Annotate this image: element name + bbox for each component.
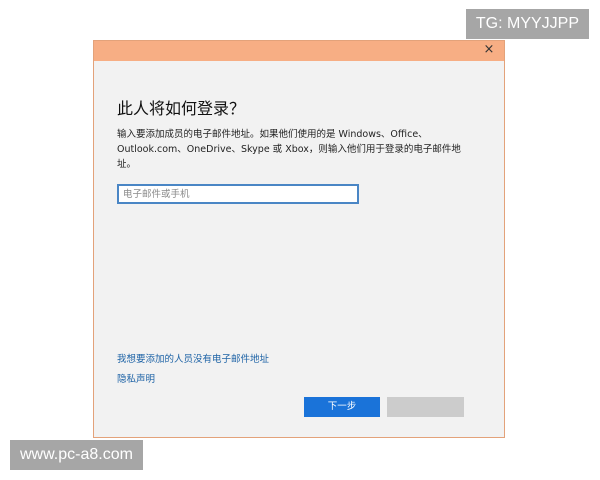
email-field[interactable]	[117, 184, 359, 204]
privacy-statement-link[interactable]: 隐私声明	[117, 371, 155, 385]
watermark-telegram: TG: MYYJJPP	[465, 9, 589, 39]
close-icon[interactable]: ×	[482, 43, 496, 57]
next-button[interactable]: 下一步	[304, 397, 380, 417]
dialog-heading: 此人将如何登录？	[117, 99, 246, 118]
no-email-link[interactable]: 我想要添加的人员没有电子邮件地址	[117, 351, 269, 365]
disabled-button	[387, 397, 464, 417]
add-user-dialog: × 此人将如何登录？ 输入要添加成员的电子邮件地址。如果他们使用的是 Windo…	[93, 40, 505, 438]
dialog-description: 输入要添加成员的电子邮件地址。如果他们使用的是 Windows、Office、O…	[117, 129, 461, 170]
watermark-website: www.pc-a8.com	[10, 440, 143, 470]
title-bar: ×	[94, 41, 504, 61]
